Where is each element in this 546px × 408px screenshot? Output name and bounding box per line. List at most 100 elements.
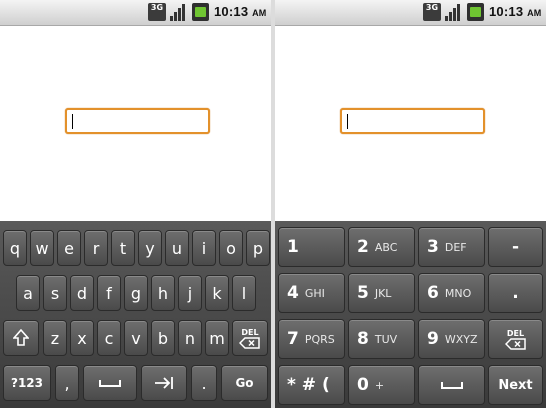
keypad-digit: 6	[427, 283, 439, 303]
key-e[interactable]: e	[57, 230, 81, 266]
key-w[interactable]: w	[30, 230, 54, 266]
key-label: x	[77, 328, 87, 348]
keypad-key-2[interactable]: 2 ABC	[348, 227, 415, 267]
period-label: .	[201, 373, 207, 393]
keypad-key-1[interactable]: 1	[278, 227, 345, 267]
key-l[interactable]: l	[232, 275, 256, 311]
keypad-letters: +	[374, 378, 385, 392]
go-key[interactable]: Go	[221, 365, 268, 401]
delete-label: DEL	[241, 327, 259, 337]
clock-ampm: AM	[252, 8, 267, 18]
network-label: 3G	[425, 3, 439, 12]
keypad-next-key[interactable]: Next	[488, 365, 543, 405]
keypad-digit: 3	[427, 237, 439, 257]
shift-key[interactable]	[3, 320, 39, 356]
key-u[interactable]: u	[165, 230, 189, 266]
signal-icon	[444, 3, 463, 21]
keypad-key-0[interactable]: 0 +	[348, 365, 415, 405]
key-label: p	[252, 238, 264, 258]
text-input[interactable]	[340, 108, 485, 134]
keypad-key-period[interactable]: .	[488, 273, 543, 313]
keypad-key-8[interactable]: 8 TUV	[348, 319, 415, 359]
key-label: o	[226, 238, 236, 258]
key-label: a	[23, 283, 33, 303]
key-label: v	[131, 328, 141, 348]
key-label: s	[50, 283, 60, 303]
clock: 10:13 AM	[214, 4, 266, 19]
tab-key[interactable]	[141, 365, 187, 401]
key-b[interactable]: b	[151, 320, 175, 356]
key-label: m	[209, 328, 225, 348]
key-k[interactable]: k	[205, 275, 229, 311]
key-label: t	[119, 238, 127, 258]
signal-icon	[169, 3, 188, 21]
key-x[interactable]: x	[70, 320, 94, 356]
key-label: y	[145, 238, 155, 258]
period-key[interactable]: .	[191, 365, 217, 401]
key-a[interactable]: a	[16, 275, 40, 311]
tab-arrow-icon	[154, 376, 174, 390]
keypad-digit: 9	[427, 329, 439, 349]
backspace-icon	[239, 336, 261, 349]
comma-label: ,	[64, 373, 70, 393]
key-label: r	[92, 238, 100, 258]
key-m[interactable]: m	[205, 320, 229, 356]
keypad-key-6[interactable]: 6 MNO	[418, 273, 485, 313]
keypad-key-9[interactable]: 9 WXYZ	[418, 319, 485, 359]
keypad-key-4[interactable]: 4 GHI	[278, 273, 345, 313]
key-t[interactable]: t	[111, 230, 135, 266]
space-key[interactable]	[83, 365, 137, 401]
key-g[interactable]: g	[124, 275, 148, 311]
phone-keypad: 1 2 ABC 3 DEF - 4 GHI 5 JKL 6 MNO. 7 PQRS 8 TUV 9 WXYZ DEL…	[275, 221, 546, 408]
key-c[interactable]: c	[97, 320, 121, 356]
keypad-digit: -	[511, 237, 520, 257]
clock-time: 10:13	[214, 4, 249, 19]
keypad-letters: PQRS	[304, 332, 335, 346]
network-3g-icon: 3G	[148, 3, 166, 21]
text-caret	[72, 114, 73, 129]
key-q[interactable]: q	[3, 230, 27, 266]
key-label: e	[64, 238, 74, 258]
keypad-digit: 1	[287, 237, 299, 257]
key-n[interactable]: n	[178, 320, 202, 356]
keypad-key-3[interactable]: 3 DEF	[418, 227, 485, 267]
key-label: f	[106, 283, 112, 303]
delete-key[interactable]: DEL	[232, 320, 268, 356]
symbols-key[interactable]: ?123	[3, 365, 51, 401]
keypad-digit: 8	[357, 329, 369, 349]
key-h[interactable]: h	[151, 275, 175, 311]
shift-icon	[13, 329, 29, 347]
clock-ampm: AM	[527, 8, 542, 18]
key-i[interactable]: i	[192, 230, 216, 266]
key-j[interactable]: j	[178, 275, 202, 311]
space-icon	[440, 380, 463, 390]
key-z[interactable]: z	[43, 320, 67, 356]
key-v[interactable]: v	[124, 320, 148, 356]
keypad-key-symbols[interactable]: * # (	[278, 365, 345, 405]
key-label: q	[9, 238, 21, 258]
key-r[interactable]: r	[84, 230, 108, 266]
key-s[interactable]: s	[43, 275, 67, 311]
key-label: n	[184, 328, 196, 348]
keypad-key-space[interactable]	[418, 365, 485, 405]
key-o[interactable]: o	[219, 230, 243, 266]
key-y[interactable]: y	[138, 230, 162, 266]
keypad-delete-key[interactable]: DEL	[488, 319, 543, 359]
key-d[interactable]: d	[70, 275, 94, 311]
clock: 10:13 AM	[489, 4, 541, 19]
text-input[interactable]	[65, 108, 210, 134]
battery-icon	[192, 3, 209, 21]
key-label: g	[130, 283, 142, 303]
keypad-key-5[interactable]: 5 JKL	[348, 273, 415, 313]
keypad-key-7[interactable]: 7 PQRS	[278, 319, 345, 359]
key-label: c	[104, 328, 114, 348]
key-label: j	[187, 283, 193, 303]
network-label: 3G	[150, 3, 164, 12]
screen-phonepad: 3G 10:13 AM 1 2 ABC 3 DEF - 4 GHI 5 JKL 6 MNO. 7 PQRS…	[275, 0, 546, 408]
keypad-digit: * # (	[287, 375, 330, 395]
keypad-key-dash[interactable]: -	[488, 227, 543, 267]
clock-time: 10:13	[489, 4, 524, 19]
key-f[interactable]: f	[97, 275, 121, 311]
comma-key[interactable]: ,	[55, 365, 79, 401]
key-p[interactable]: p	[246, 230, 270, 266]
